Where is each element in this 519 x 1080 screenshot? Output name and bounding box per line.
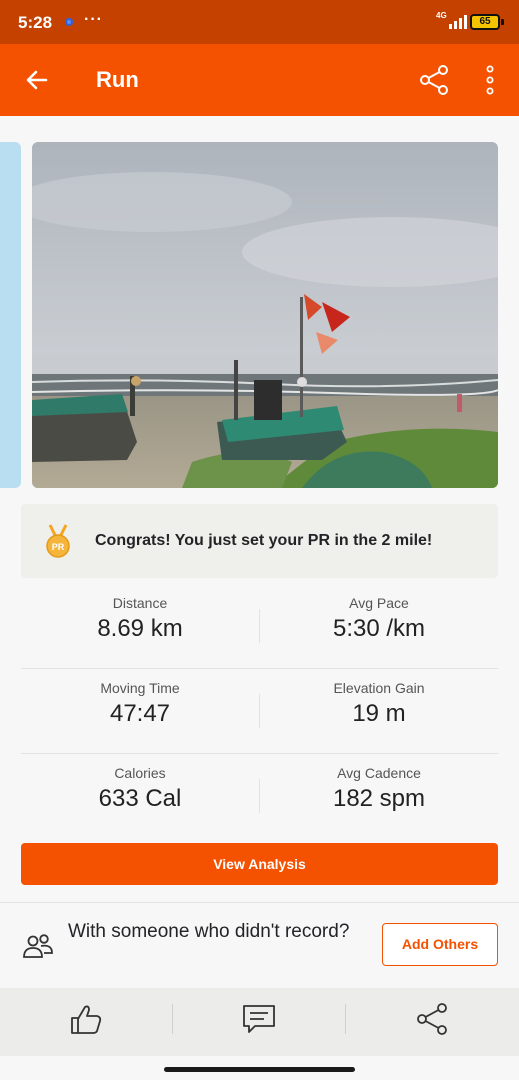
stat-distance: Distance 8.69 km (21, 595, 259, 643)
notification-dot-icon (65, 18, 73, 26)
pr-badge-text: PR (52, 542, 65, 552)
share-icon[interactable] (414, 1002, 450, 1036)
divider (172, 1004, 173, 1034)
divider (345, 1004, 346, 1034)
app-bar: Run (0, 44, 519, 116)
stat-calories: Calories 633 Cal (21, 765, 259, 813)
with-others-section: With someone who didn't record? Add Othe… (0, 902, 519, 988)
people-icon (23, 934, 53, 958)
thumbs-up-icon[interactable] (68, 1002, 104, 1036)
stat-elevation-gain: Elevation Gain 19 m (260, 680, 498, 728)
previous-media-card[interactable] (0, 142, 21, 488)
stat-label: Avg Pace (349, 595, 409, 611)
stat-value: 182 spm (332, 785, 426, 812)
stat-value: 47:47 (109, 700, 171, 727)
battery-icon: 65 (470, 14, 500, 30)
network-type: 4G (436, 11, 447, 20)
stat-row: Distance 8.69 km Avg Pace 5:30 /km (21, 584, 498, 669)
battery-tip (501, 19, 504, 25)
action-bar (0, 988, 519, 1056)
stat-label: Elevation Gain (333, 680, 425, 696)
pr-message: Congrats! You just set your PR in the 2 … (95, 532, 433, 549)
pr-banner: PR Congrats! You just set your PR in the… (21, 504, 498, 578)
with-others-text: With someone who didn't record? (68, 921, 350, 942)
status-time: 5:28 (18, 13, 53, 32)
stat-label: Avg Cadence (337, 765, 421, 781)
stat-value: 633 Cal (98, 785, 182, 812)
share-icon[interactable] (418, 64, 450, 96)
stat-value: 8.69 km (97, 615, 183, 642)
stat-row: Calories 633 Cal Avg Cadence 182 spm (21, 754, 498, 839)
status-bar: 5:28 ··· 4G 65 (0, 0, 519, 44)
stat-avg-pace: Avg Pace 5:30 /km (260, 595, 498, 643)
stat-value: 19 m (352, 700, 406, 727)
stat-label: Calories (114, 765, 166, 781)
view-analysis-button[interactable]: View Analysis (21, 843, 498, 885)
back-arrow-icon[interactable] (24, 67, 50, 93)
comment-icon[interactable] (241, 1002, 277, 1036)
stats-grid: Distance 8.69 km Avg Pace 5:30 /km Movin… (21, 584, 498, 839)
stat-avg-cadence: Avg Cadence 182 spm (260, 765, 498, 813)
stat-value: 5:30 /km (332, 615, 426, 642)
home-indicator[interactable] (164, 1067, 355, 1072)
page-title: Run (96, 67, 139, 92)
add-others-button[interactable]: Add Others (382, 923, 498, 966)
kebab-menu-icon[interactable] (483, 64, 497, 96)
stat-label: Moving Time (100, 680, 180, 696)
status-more-icon: ··· (84, 11, 103, 28)
signal-icon (449, 15, 467, 29)
stat-label: Distance (112, 595, 168, 611)
medal-icon: PR (46, 524, 70, 558)
beach-boats-photo (32, 142, 498, 488)
stat-row: Moving Time 47:47 Elevation Gain 19 m (21, 669, 498, 754)
stat-moving-time: Moving Time 47:47 (21, 680, 259, 728)
activity-photo[interactable] (32, 142, 498, 488)
